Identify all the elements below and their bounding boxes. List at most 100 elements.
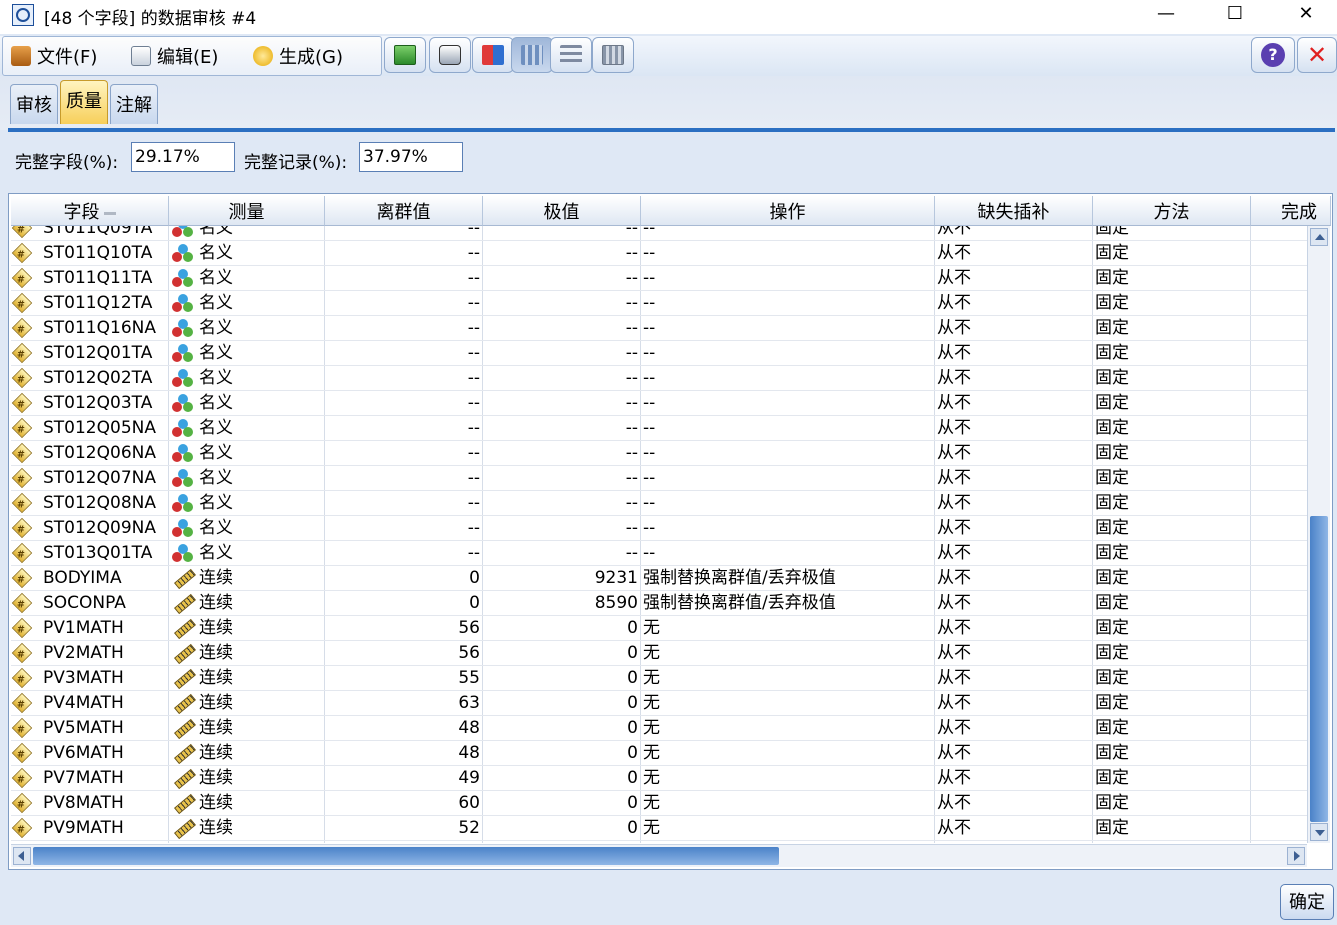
col-header-impute[interactable]: 缺失插补 [935, 196, 1093, 226]
col-header-measure[interactable]: 测量 [169, 196, 325, 226]
table-row[interactable]: BODYIMA 连续 09231强制替换离群值/丢弃极值从不固定 [11, 566, 1307, 591]
tab-quality[interactable]: 质量 [60, 80, 108, 124]
scroll-right-icon[interactable] [1287, 847, 1305, 865]
scroll-up-icon[interactable] [1310, 228, 1328, 246]
minimize-button[interactable]: — [1143, 0, 1189, 30]
table-row[interactable]: PV9MATH 连续 520无从不固定 [11, 816, 1307, 841]
cell-method: 固定 [1093, 541, 1251, 565]
table-row[interactable]: ST013Q01TA名义------从不固定 [11, 541, 1307, 566]
close-window-button[interactable]: ✕ [1283, 0, 1329, 30]
vertical-scroll-thumb[interactable] [1310, 516, 1328, 822]
scroll-left-icon[interactable] [13, 847, 31, 865]
table-row[interactable]: ST011Q09TA名义------从不固定 [11, 226, 1307, 241]
cell-impute: 从不 [935, 241, 1093, 265]
horizontal-scrollbar[interactable] [11, 844, 1307, 867]
cell-action: -- [641, 466, 935, 490]
cell-complete [1251, 741, 1307, 765]
cell-action: 无 [641, 766, 935, 790]
col-header-outliers[interactable]: 离群值 [325, 196, 483, 226]
columns-view-button[interactable] [511, 37, 553, 73]
table-row[interactable]: ST011Q12TA名义------从不固定 [11, 291, 1307, 316]
table-row[interactable]: ST011Q16NA名义------从不固定 [11, 316, 1307, 341]
print-button[interactable] [429, 37, 471, 73]
ok-button[interactable]: 确定 [1280, 884, 1334, 920]
table-row[interactable]: ST011Q10TA名义------从不固定 [11, 241, 1307, 266]
numeric-field-icon [11, 317, 33, 339]
table-row[interactable]: PV3MATH 连续 550无从不固定 [11, 666, 1307, 691]
cell-complete [1251, 666, 1307, 690]
table-row[interactable]: PV4MATH 连续 630无从不固定 [11, 691, 1307, 716]
table-view-button[interactable] [592, 37, 634, 73]
tab-audit[interactable]: 审核 [10, 84, 58, 124]
table-row[interactable]: ST012Q06NA名义------从不固定 [11, 441, 1307, 466]
table-row[interactable]: PV8MATH 连续 600无从不固定 [11, 791, 1307, 816]
export-icon [394, 45, 416, 65]
col-header-extremes[interactable]: 极值 [483, 196, 641, 226]
table-row[interactable]: ST012Q09NA名义------从不固定 [11, 516, 1307, 541]
cell-field: PV6MATH [11, 741, 169, 765]
table-row[interactable]: PV2MATH 连续 560无从不固定 [11, 641, 1307, 666]
col-header-action[interactable]: 操作 [641, 196, 935, 226]
table-row[interactable]: ST011Q11TA名义------从不固定 [11, 266, 1307, 291]
table-row[interactable]: PV6MATH 连续 480无从不固定 [11, 741, 1307, 766]
cell-extremes: -- [483, 466, 641, 490]
cell-complete [1251, 266, 1307, 290]
continuous-measure-icon [174, 668, 196, 690]
table-row[interactable]: SOCONPA 连续 08590强制替换离群值/丢弃极值从不固定 [11, 591, 1307, 616]
cell-impute: 从不 [935, 616, 1093, 640]
cell-method: 固定 [1093, 816, 1251, 840]
stats-bar: 完整字段(%): 29.17% 完整记录(%): 37.97% [0, 132, 1337, 190]
col-header-complete[interactable]: 完成 [1251, 196, 1331, 226]
sort-button[interactable] [472, 37, 514, 73]
cell-method: 固定 [1093, 741, 1251, 765]
table-row[interactable]: ST012Q08NA名义------从不固定 [11, 491, 1307, 516]
list-view-button[interactable] [550, 37, 592, 73]
menu-edit[interactable]: 编辑(E) [131, 43, 218, 69]
maximize-button[interactable]: ☐ [1212, 0, 1258, 30]
cell-complete [1251, 616, 1307, 640]
table-row[interactable]: ST012Q05NA名义------从不固定 [11, 416, 1307, 441]
menu-file[interactable]: 文件(F) [11, 43, 97, 69]
continuous-measure-icon [174, 568, 196, 590]
tab-annotation[interactable]: 注解 [110, 84, 158, 124]
table-row[interactable]: PV1MATH 连续 560无从不固定 [11, 616, 1307, 641]
menu-edit-label: 编辑(E) [157, 47, 219, 68]
scroll-down-icon[interactable] [1310, 823, 1328, 841]
menu-generate[interactable]: 生成(G) [253, 43, 343, 69]
col-header-field[interactable]: 字段 [11, 196, 169, 226]
table-row[interactable]: PV7MATH 连续 490无从不固定 [11, 766, 1307, 791]
table-row[interactable]: PV10MATH 连续 550无从不固定 [11, 841, 1307, 843]
continuous-measure-icon [174, 793, 196, 815]
vertical-scrollbar[interactable] [1307, 226, 1330, 843]
cell-outliers: -- [325, 466, 483, 490]
nominal-measure-icon [172, 469, 194, 487]
cell-measure: 名义 [169, 266, 325, 290]
field-name: PV9MATH [43, 818, 124, 838]
cell-field: PV7MATH [11, 766, 169, 790]
export-button[interactable] [384, 37, 426, 73]
cell-method: 固定 [1093, 466, 1251, 490]
field-name: ST012Q05NA [43, 418, 156, 438]
measure-text: 连续 [199, 718, 233, 738]
cell-impute: 从不 [935, 366, 1093, 390]
horizontal-scroll-thumb[interactable] [33, 847, 779, 865]
col-header-method[interactable]: 方法 [1093, 196, 1251, 226]
cell-action: -- [641, 416, 935, 440]
numeric-field-icon [11, 267, 33, 289]
cell-outliers: -- [325, 316, 483, 340]
table-row[interactable]: ST012Q02TA名义------从不固定 [11, 366, 1307, 391]
table-row[interactable]: ST012Q07NA名义------从不固定 [11, 466, 1307, 491]
help-button[interactable]: ? [1251, 37, 1295, 73]
table-row[interactable]: PV5MATH 连续 480无从不固定 [11, 716, 1307, 741]
nominal-measure-icon [172, 419, 194, 437]
cell-impute: 从不 [935, 291, 1093, 315]
measure-text: 连续 [199, 818, 233, 838]
table-row[interactable]: ST012Q01TA名义------从不固定 [11, 341, 1307, 366]
cell-complete [1251, 416, 1307, 440]
cell-action: -- [641, 266, 935, 290]
close-dialog-button[interactable]: ✕ [1297, 37, 1337, 73]
cell-outliers: 48 [325, 716, 483, 740]
table-row[interactable]: ST012Q03TA名义------从不固定 [11, 391, 1307, 416]
cell-extremes: 8590 [483, 591, 641, 615]
cell-measure: 名义 [169, 491, 325, 515]
